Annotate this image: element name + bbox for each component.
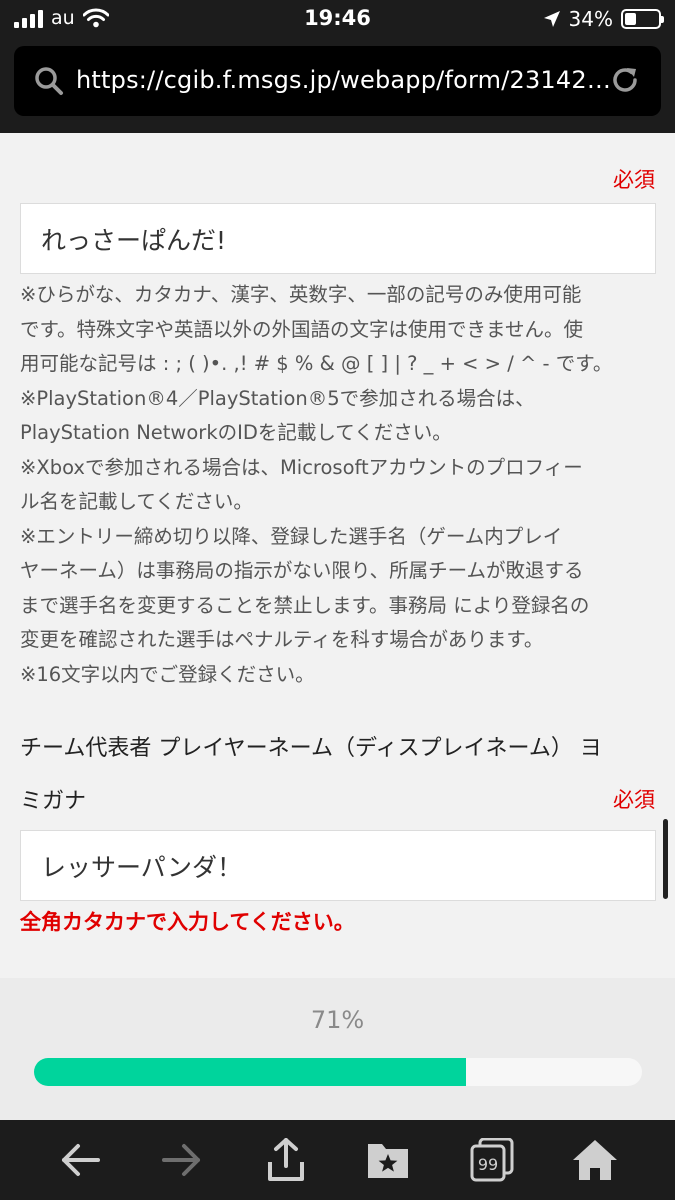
tab-count: 99 [478, 1155, 498, 1174]
note-line: 変更を確認された選手はペナルティを科す場合があります。 [20, 628, 544, 651]
url-bar[interactable]: https://cgib.f.msgs.jp/webapp/form/23142… [14, 46, 661, 116]
tabs-icon[interactable]: 99 [468, 1138, 516, 1182]
url-text[interactable]: https://cgib.f.msgs.jp/webapp/form/23142… [76, 66, 611, 94]
progress-bar [34, 1058, 642, 1086]
battery-icon [621, 9, 664, 29]
kana-field-label: チーム代表者 プレイヤーネーム（ディスプレイネーム） ヨ [20, 736, 602, 761]
required-badge: 必須 [613, 788, 655, 812]
note-line: です。特殊文字や英語以外の外国語の文字は使用できません。使 [20, 317, 583, 341]
note-line: PlayStation NetworkのIDを記載してください。 [20, 421, 452, 444]
required-badge: 必須 [613, 168, 655, 192]
player-name-input[interactable] [20, 203, 656, 274]
note-line: ル名を記載してください。 [20, 490, 253, 513]
form-content: ー ー ー ー ー ー ー ー ー ー ー ー ー ー ー ー ー 必須 ※ひら… [0, 133, 675, 978]
share-icon[interactable] [262, 1138, 310, 1182]
note-line: ※エントリー締め切り以降、登録した選手名（ゲーム内プレイ [20, 524, 563, 548]
forward-arrow-icon[interactable] [158, 1138, 206, 1182]
home-icon[interactable] [571, 1138, 619, 1182]
browser-chrome: au 19:46 34% https://cgib.f.msgs.jp/weba… [0, 0, 675, 133]
back-arrow-icon[interactable] [56, 1138, 104, 1182]
battery-level [625, 13, 636, 25]
progress-section: 71% [0, 978, 675, 1120]
reload-icon[interactable] [609, 64, 641, 96]
previous-field-label-cut: ー ー ー ー ー ー ー ー ー ー ー ー ー ー ー ー ー [20, 133, 550, 146]
note-line: ※PlayStation®4／PlayStation®5で参加される場合は、 [20, 386, 535, 410]
browser-toolbar: 99 [0, 1120, 675, 1200]
status-right: 34% [543, 7, 664, 31]
status-bar: au 19:46 34% [0, 0, 675, 40]
location-arrow-icon [543, 11, 560, 27]
note-line: 用可能な記号は : ; ( )•. ,! # $ % & @ [ ] | ? _… [20, 352, 613, 375]
note-line: ヤーネーム）は事務局の指示がない限り、所属チームが敗退する [20, 559, 584, 582]
search-icon [35, 67, 63, 95]
note-line: ※16文字以内でご登録ください。 [20, 662, 315, 686]
bookmarks-icon[interactable] [364, 1138, 412, 1182]
battery-percent: 34% [568, 7, 613, 31]
scrollbar[interactable] [663, 819, 668, 899]
player-name-notes: ※ひらがな、カタカナ、漢字、英数字、一部の記号のみ使用可能 です。特殊文字や英語… [20, 278, 660, 692]
kana-field-label-cont: ミガナ [20, 789, 87, 814]
progress-percent: 71% [310, 1006, 365, 1034]
note-line: ※ひらがな、カタカナ、漢字、英数字、一部の記号のみ使用可能 [20, 283, 582, 306]
note-line: まで選手名を変更することを禁止します。事務局 により登録名の [20, 593, 590, 617]
player-name-kana-input[interactable] [20, 830, 656, 901]
progress-bar-fill [34, 1058, 466, 1086]
validation-error: 全角カタカナで入力してください。 [20, 910, 355, 934]
note-line: ※Xboxで参加される場合は、Microsoftアカウントのプロフィー [20, 455, 583, 479]
